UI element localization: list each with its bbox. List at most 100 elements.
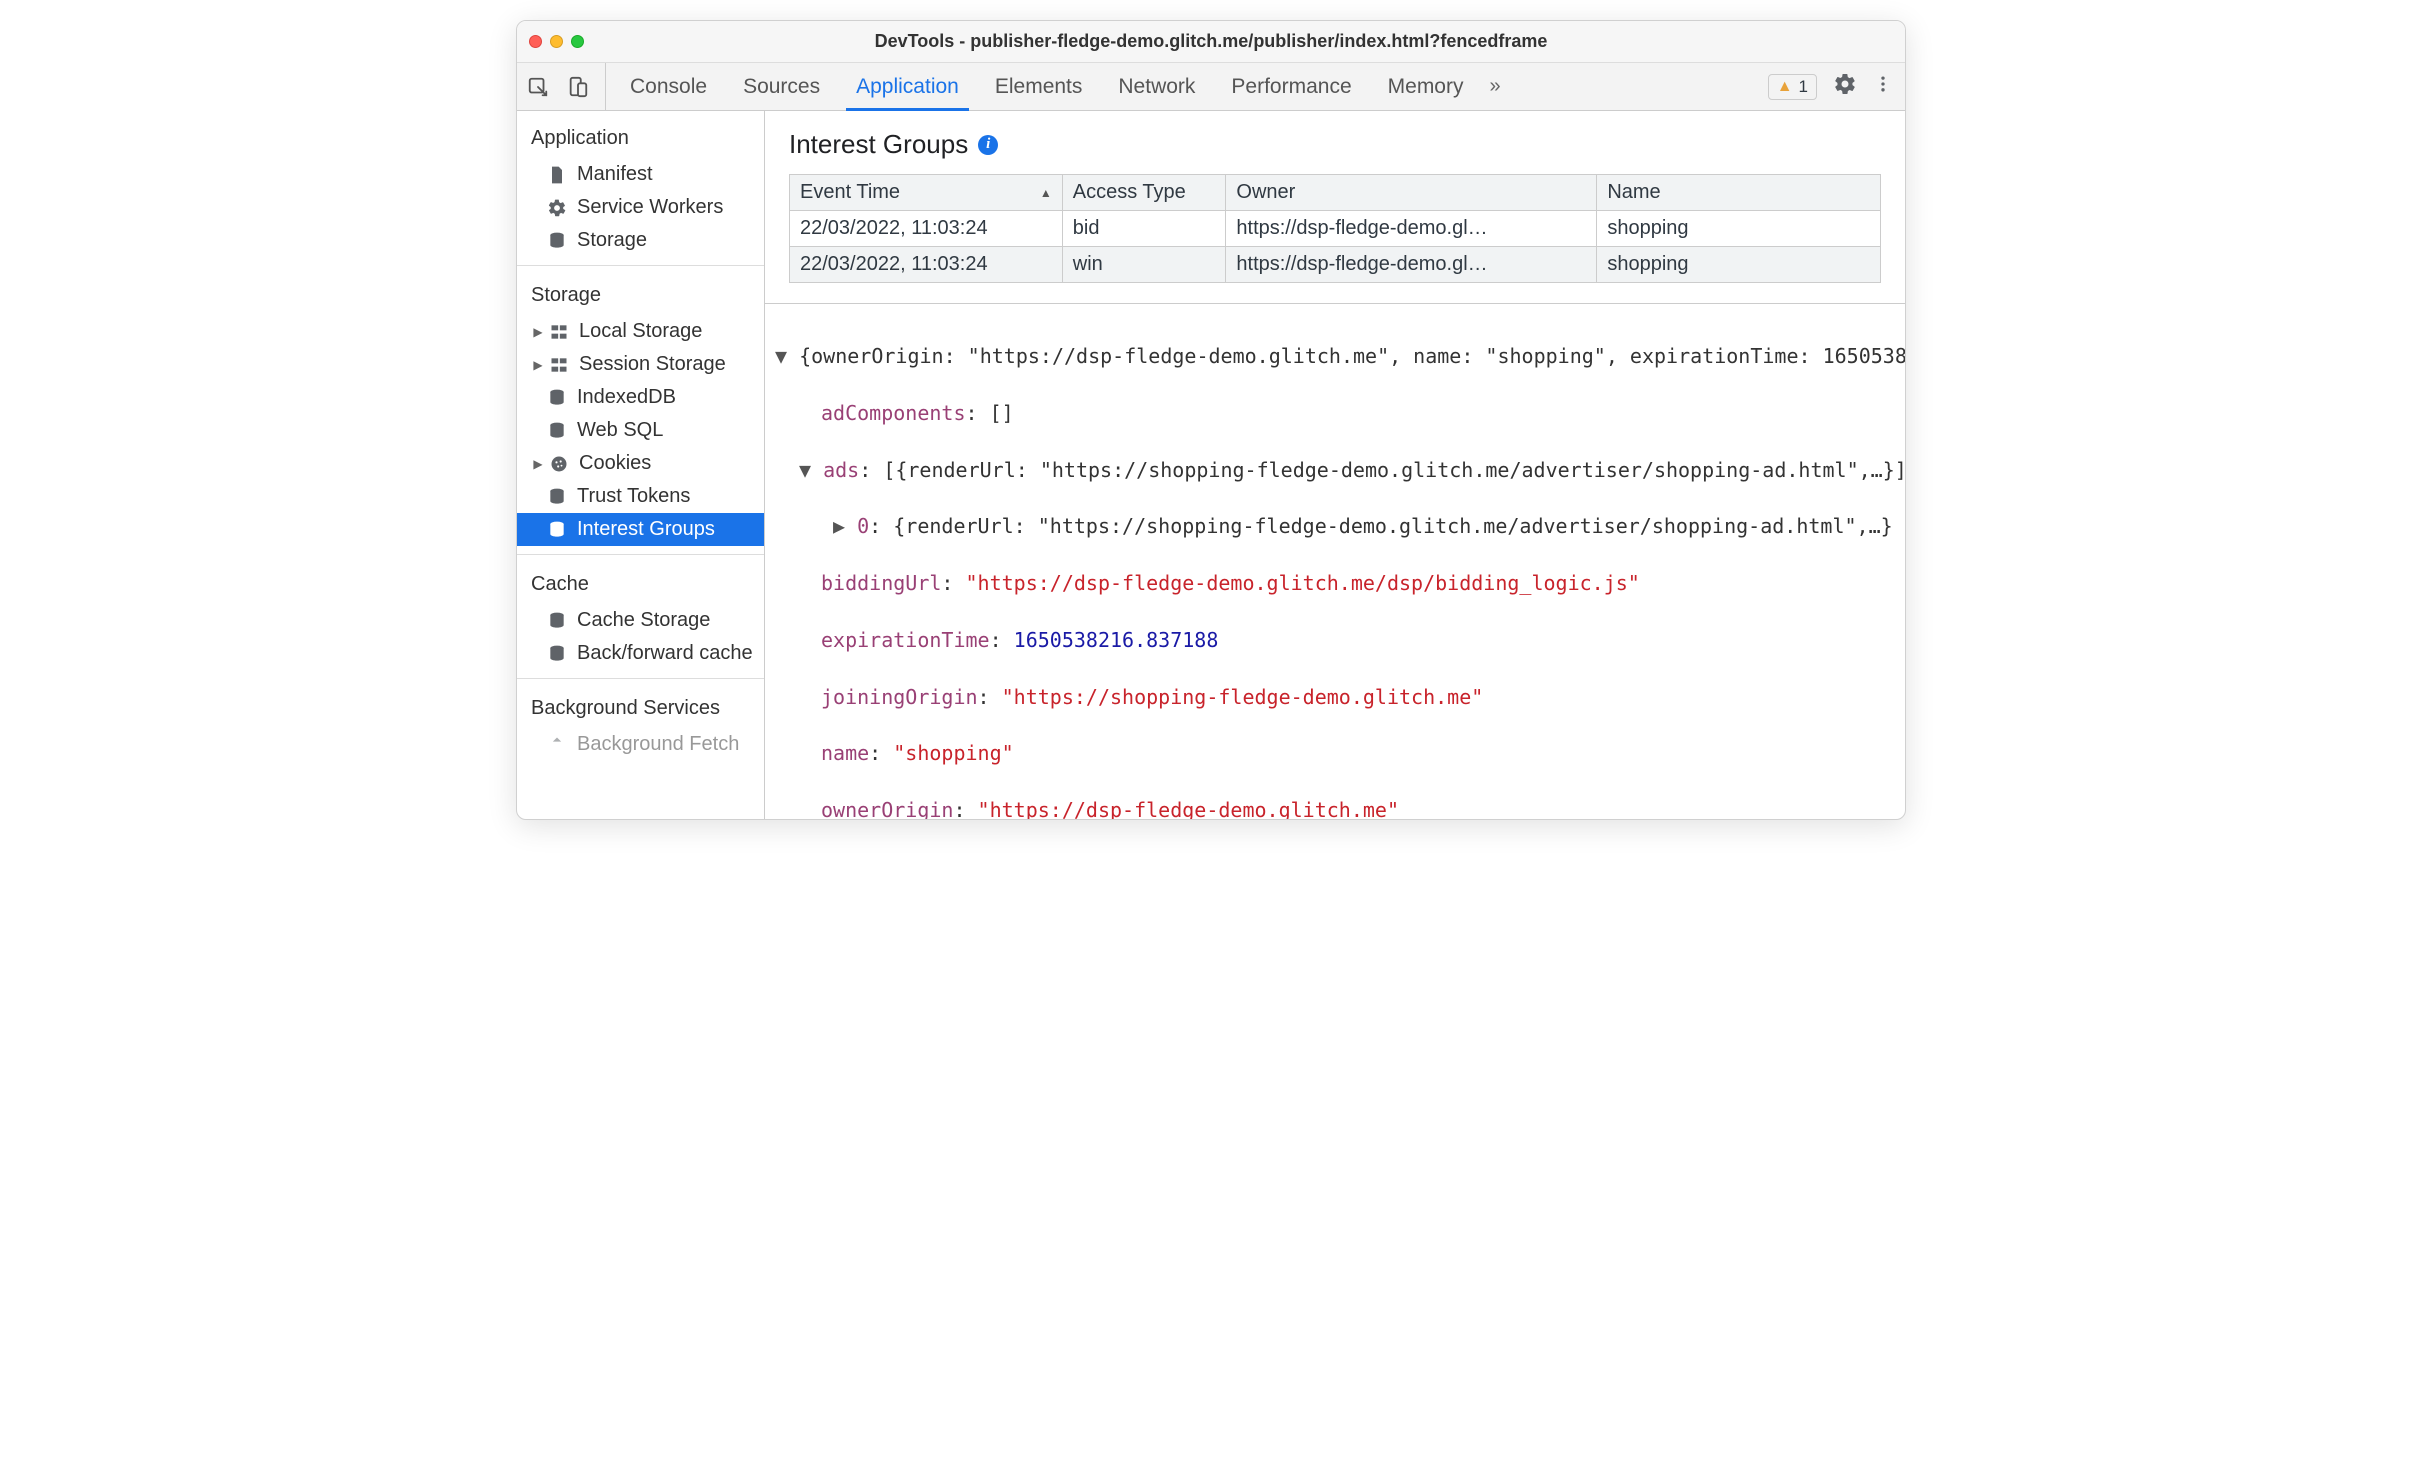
sidebar-item-indexeddb[interactable]: IndexedDB xyxy=(517,381,764,414)
settings-icon[interactable] xyxy=(1833,72,1857,102)
database-icon xyxy=(547,611,567,631)
sidebar-item-web-sql[interactable]: Web SQL xyxy=(517,414,764,447)
sidebar-divider xyxy=(517,265,764,266)
sidebar-item-label: IndexedDB xyxy=(577,386,676,409)
sidebar-item-label: Background Fetch xyxy=(577,733,739,756)
tab-memory[interactable]: Memory xyxy=(1370,63,1482,110)
sidebar-item-label: Cookies xyxy=(579,452,651,475)
col-name[interactable]: Name xyxy=(1597,175,1881,211)
more-options-icon[interactable] xyxy=(1873,73,1893,101)
interest-groups-panel: Interest Groups i Event Time▲ Access Typ… xyxy=(765,111,1905,819)
close-window-button[interactable] xyxy=(529,35,542,48)
database-icon xyxy=(547,388,567,408)
sidebar-section-cache: Cache xyxy=(517,563,764,604)
tabs-overflow-button[interactable]: » xyxy=(1481,75,1508,98)
sidebar-item-local-storage[interactable]: ▶ Local Storage xyxy=(517,315,764,348)
events-table[interactable]: Event Time▲ Access Type Owner Name 22/03… xyxy=(789,174,1881,283)
cell-owner: https://dsp-fledge-demo.gl… xyxy=(1226,247,1597,283)
col-event-time[interactable]: Event Time▲ xyxy=(790,175,1063,211)
sidebar-item-background-fetch[interactable]: Background Fetch xyxy=(517,728,764,761)
grid-icon xyxy=(549,322,569,342)
sidebar-item-label: Storage xyxy=(577,229,647,252)
warning-count: 1 xyxy=(1799,77,1808,97)
sidebar-divider xyxy=(517,678,764,679)
tabbar-left-tools xyxy=(525,63,606,110)
table-header-row: Event Time▲ Access Type Owner Name xyxy=(790,175,1881,211)
sidebar-item-interest-groups[interactable]: Interest Groups xyxy=(517,513,764,546)
file-icon xyxy=(547,165,567,185)
obj-line[interactable]: expirationTime: 1650538216.837188 xyxy=(775,626,1899,654)
sidebar-item-storage[interactable]: Storage xyxy=(517,224,764,257)
col-access-type[interactable]: Access Type xyxy=(1062,175,1226,211)
inspect-element-icon[interactable] xyxy=(525,74,551,100)
table-row[interactable]: 22/03/2022, 11:03:24 win https://dsp-fle… xyxy=(790,247,1881,283)
sidebar-item-bf-cache[interactable]: Back/forward cache xyxy=(517,637,764,670)
cookie-icon xyxy=(549,454,569,474)
devtools-body: Application Manifest Service Workers Sto… xyxy=(517,111,1905,819)
tabs-container: Console Sources Application Elements Net… xyxy=(612,63,1509,110)
obj-line[interactable]: ▼ {ownerOrigin: "https://dsp-fledge-demo… xyxy=(775,342,1899,370)
sidebar-item-label: Interest Groups xyxy=(577,518,715,541)
col-owner[interactable]: Owner xyxy=(1226,175,1597,211)
sidebar-item-service-workers[interactable]: Service Workers xyxy=(517,191,764,224)
tab-network[interactable]: Network xyxy=(1100,63,1213,110)
tab-performance[interactable]: Performance xyxy=(1213,63,1369,110)
minimize-window-button[interactable] xyxy=(550,35,563,48)
expand-caret-icon[interactable]: ▶ xyxy=(533,457,543,471)
sidebar-item-cache-storage[interactable]: Cache Storage xyxy=(517,604,764,637)
events-table-wrap: Event Time▲ Access Type Owner Name 22/03… xyxy=(765,174,1905,283)
sidebar-item-label: Cache Storage xyxy=(577,609,710,632)
traffic-lights xyxy=(529,35,584,48)
gear-icon xyxy=(547,198,567,218)
sidebar-item-label: Local Storage xyxy=(579,320,702,343)
device-toolbar-icon[interactable] xyxy=(565,74,591,100)
panel-header: Interest Groups i xyxy=(765,111,1905,174)
obj-line[interactable]: ▼ ads: [{renderUrl: "https://shopping-fl… xyxy=(775,456,1899,484)
info-icon[interactable]: i xyxy=(978,135,998,155)
application-sidebar[interactable]: Application Manifest Service Workers Sto… xyxy=(517,111,765,819)
obj-line[interactable]: ownerOrigin: "https://dsp-fledge-demo.gl… xyxy=(775,796,1899,819)
sidebar-item-label: Back/forward cache xyxy=(577,642,753,665)
cell-type: win xyxy=(1062,247,1226,283)
sidebar-item-label: Trust Tokens xyxy=(577,485,690,508)
object-viewer[interactable]: ▼ {ownerOrigin: "https://dsp-fledge-demo… xyxy=(765,304,1905,819)
expand-caret-icon[interactable]: ▶ xyxy=(533,325,543,339)
table-row[interactable]: 22/03/2022, 11:03:24 bid https://dsp-fle… xyxy=(790,211,1881,247)
sidebar-section-storage: Storage xyxy=(517,274,764,315)
obj-line[interactable]: biddingUrl: "https://dsp-fledge-demo.gli… xyxy=(775,569,1899,597)
tab-application[interactable]: Application xyxy=(838,63,977,110)
tab-console[interactable]: Console xyxy=(612,63,725,110)
sidebar-item-session-storage[interactable]: ▶ Session Storage xyxy=(517,348,764,381)
sidebar-item-label: Web SQL xyxy=(577,419,663,442)
sidebar-section-application: Application xyxy=(517,117,764,158)
sidebar-item-label: Session Storage xyxy=(579,353,726,376)
cell-time: 22/03/2022, 11:03:24 xyxy=(790,211,1063,247)
cell-type: bid xyxy=(1062,211,1226,247)
obj-line[interactable]: ▶ 0: {renderUrl: "https://shopping-fledg… xyxy=(775,512,1899,540)
cell-time: 22/03/2022, 11:03:24 xyxy=(790,247,1063,283)
obj-line[interactable]: adComponents: [] xyxy=(775,399,1899,427)
sidebar-item-trust-tokens[interactable]: Trust Tokens xyxy=(517,480,764,513)
upload-icon xyxy=(547,735,567,755)
tabbar-right: ▲ 1 xyxy=(1768,72,1897,102)
sidebar-item-label: Manifest xyxy=(577,163,653,186)
sidebar-divider xyxy=(517,554,764,555)
tab-elements[interactable]: Elements xyxy=(977,63,1101,110)
database-icon xyxy=(547,487,567,507)
obj-line[interactable]: joiningOrigin: "https://shopping-fledge-… xyxy=(775,683,1899,711)
window-title: DevTools - publisher-fledge-demo.glitch.… xyxy=(517,31,1905,52)
expand-caret-icon[interactable]: ▶ xyxy=(533,358,543,372)
sidebar-item-cookies[interactable]: ▶ Cookies xyxy=(517,447,764,480)
cell-name: shopping xyxy=(1597,247,1881,283)
sidebar-item-label: Service Workers xyxy=(577,196,723,219)
maximize-window-button[interactable] xyxy=(571,35,584,48)
database-icon xyxy=(547,644,567,664)
devtools-window: DevTools - publisher-fledge-demo.glitch.… xyxy=(516,20,1906,820)
sidebar-section-background-services: Background Services xyxy=(517,687,764,728)
sidebar-item-manifest[interactable]: Manifest xyxy=(517,158,764,191)
issues-badge[interactable]: ▲ 1 xyxy=(1768,74,1817,100)
warning-icon: ▲ xyxy=(1777,78,1793,96)
obj-line[interactable]: name: "shopping" xyxy=(775,739,1899,767)
cell-owner: https://dsp-fledge-demo.gl… xyxy=(1226,211,1597,247)
tab-sources[interactable]: Sources xyxy=(725,63,838,110)
